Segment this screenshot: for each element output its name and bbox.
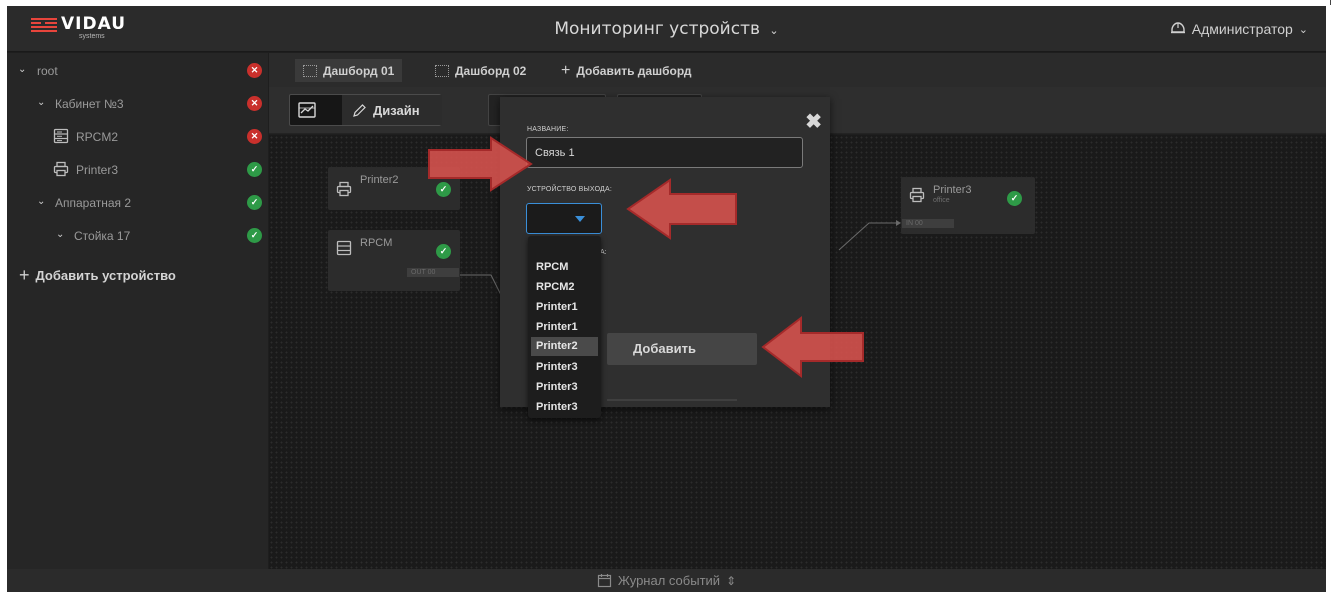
output-port[interactable]: OUT 00: [407, 268, 459, 277]
chevron-down-icon[interactable]: ⌄: [18, 64, 26, 75]
name-field-label: НАЗВАНИЕ:: [527, 126, 569, 133]
tab-label: Дашборд 02: [455, 63, 527, 78]
name-input[interactable]: [526, 137, 803, 168]
chevron-down-icon[interactable]: ⌄: [769, 24, 778, 37]
app-window: VIDAU systems Мониторинг устройств ⌄ Адм…: [7, 6, 1326, 592]
helmet-icon: [1170, 22, 1185, 34]
event-log-bar[interactable]: Журнал событий ⇕: [7, 569, 1326, 592]
tree-item-root[interactable]: ⌄ root ✕: [7, 55, 268, 88]
output-device-select[interactable]: [526, 203, 602, 234]
dropdown-option[interactable]: Printer3: [531, 358, 598, 377]
dropdown-option[interactable]: Printer3: [531, 378, 598, 397]
event-log-label: Журнал событий: [617, 573, 721, 588]
dropdown-option[interactable]: Printer1: [531, 318, 598, 337]
tab-dashboard-02[interactable]: Дашборд 02: [427, 59, 534, 82]
server-icon: [336, 240, 352, 256]
logo-text: VIDAU: [61, 14, 127, 34]
tree-item-cabinet[interactable]: ⌄ Кабинет №3 ✕: [7, 88, 268, 121]
tree-item-label: Printer3: [76, 163, 119, 177]
add-button[interactable]: Добавить: [607, 333, 757, 365]
printer-icon: [909, 187, 925, 203]
add-dashboard-button[interactable]: + Добавить дашборд: [553, 59, 699, 82]
pencil-icon: [353, 103, 366, 117]
expand-toggle-icon[interactable]: ⇕: [726, 574, 736, 588]
design-mode-label: Дизайн: [373, 102, 420, 118]
tree-item-printer3[interactable]: Printer3 ✓: [7, 154, 268, 187]
ok-status-icon: ✓: [436, 244, 451, 259]
dropdown-option[interactable]: RPCM: [531, 258, 598, 277]
top-bar: VIDAU systems Мониторинг устройств ⌄ Адм…: [7, 6, 1326, 52]
tree-item-rpcm2[interactable]: RPCM2 ✕: [7, 121, 268, 154]
output-device-label: УСТРОЙСТВО ВЫХОДА:: [527, 186, 613, 193]
dropdown-option[interactable]: RPCM2: [531, 278, 598, 297]
close-icon[interactable]: ✖: [805, 109, 822, 134]
logo-mark-icon: [31, 18, 57, 32]
tree-item-label: Стойка 17: [74, 229, 131, 243]
chevron-down-icon[interactable]: ⌄: [56, 229, 64, 240]
tab-label: Дашборд 01: [323, 63, 395, 78]
node-name: RPCM: [360, 237, 393, 249]
dropdown-option[interactable]: Printer1: [531, 298, 598, 317]
calendar-icon: [597, 574, 611, 588]
dashboard-tabs: Дашборд 01 Дашборд 02 + Добавить дашборд: [269, 53, 1326, 87]
tree-item-label: Аппаратная 2: [55, 196, 132, 210]
printer-icon: [53, 161, 69, 177]
tree-item-label: Кабинет №3: [55, 97, 124, 111]
add-dashboard-label: Добавить дашборд: [576, 63, 692, 78]
error-status-icon: ✕: [247, 129, 262, 144]
dropdown-option[interactable]: Printer3: [531, 398, 598, 417]
device-tree: ⌄ root ✕ ⌄ Кабинет №3 ✕ RPCM2 ✕ Printer3…: [7, 53, 268, 569]
input-port[interactable]: IN 00: [902, 219, 954, 228]
app-title-text[interactable]: Мониторинг устройств: [554, 19, 760, 39]
design-mode-button[interactable]: Дизайн: [342, 95, 442, 125]
printer-icon: [336, 181, 352, 197]
annotation-arrow-icon: [761, 316, 864, 378]
node-name: Printer3: [933, 184, 972, 196]
device-node-printer3[interactable]: Printer3 office ✓ IN 00: [901, 177, 1035, 234]
chart-view-icon[interactable]: [298, 102, 316, 118]
tree-item-label: root: [37, 64, 58, 78]
logo[interactable]: VIDAU systems: [31, 14, 141, 44]
error-status-icon: ✕: [247, 96, 262, 111]
ok-status-icon: ✓: [247, 195, 262, 210]
annotation-arrow-icon: [428, 136, 533, 192]
grid-icon: [435, 64, 449, 77]
dropdown-option-highlighted[interactable]: Printer2: [531, 337, 598, 356]
device-node-rpcm[interactable]: RPCM ✓ OUT 00: [328, 230, 460, 291]
app-title: Мониторинг устройств ⌄: [7, 19, 1326, 39]
ok-status-icon: ✓: [1007, 191, 1022, 206]
error-status-icon: ✕: [247, 63, 262, 78]
tree-item-label: RPCM2: [76, 130, 119, 144]
chevron-down-icon[interactable]: ⌄: [37, 97, 45, 108]
node-location: office: [933, 197, 950, 204]
tree-item-rack[interactable]: ⌄ Стойка 17 ✓: [7, 220, 268, 253]
ok-status-icon: ✓: [247, 162, 262, 177]
tab-dashboard-01[interactable]: Дашборд 01: [295, 59, 403, 82]
chevron-down-icon: ⌄: [1298, 23, 1308, 36]
ok-status-icon: ✓: [247, 228, 262, 243]
chevron-down-icon[interactable]: ⌄: [37, 196, 45, 207]
caret-down-icon: [575, 216, 585, 222]
add-device-button[interactable]: + Добавить устройство: [19, 265, 176, 286]
user-name: Администратор: [1191, 21, 1293, 37]
tree-item-hardware-room[interactable]: ⌄ Аппаратная 2 ✓: [7, 187, 268, 220]
server-icon: [53, 128, 69, 144]
grid-icon: [303, 64, 317, 77]
view-mode-switch: Дизайн: [289, 94, 442, 126]
node-name: Printer2: [360, 174, 399, 186]
output-device-dropdown: RPCM RPCM2 Printer1 Printer1 Printer2 Pr…: [528, 236, 601, 418]
divider: [607, 399, 737, 401]
plus-icon: +: [19, 265, 30, 285]
logo-subtitle: systems: [79, 33, 105, 40]
add-device-label: Добавить устройство: [35, 268, 176, 283]
plus-icon: +: [561, 61, 571, 79]
user-menu[interactable]: Администратор ⌄: [1170, 21, 1308, 37]
annotation-arrow-icon: [626, 178, 737, 240]
